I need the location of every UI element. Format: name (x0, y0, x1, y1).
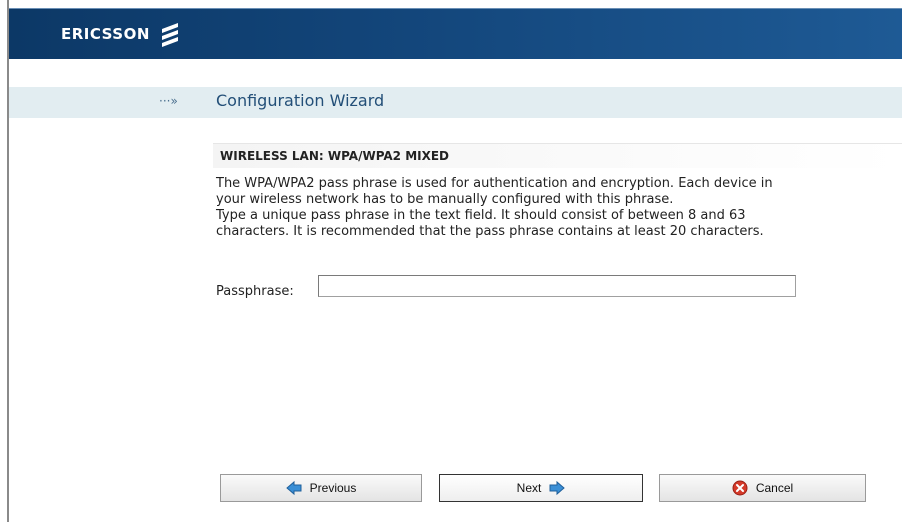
description-line: your wireless network has to be manually… (216, 192, 674, 207)
header-bar: ERICSSON (9, 8, 902, 59)
description-text: The WPA/WPA2 pass phrase is used for aut… (216, 176, 902, 240)
wizard-title-band: ···» Configuration Wizard (9, 87, 902, 118)
description-line: Type a unique pass phrase in the text fi… (216, 208, 746, 223)
previous-button-label: Previous (309, 481, 357, 495)
brand-name: ERICSSON (61, 25, 150, 43)
left-arrow-icon (285, 480, 302, 496)
passphrase-label: Passphrase: (216, 284, 294, 299)
cancel-icon (732, 480, 748, 496)
section-heading: WIRELESS LAN: WPA/WPA2 MIXED (213, 143, 902, 168)
window-left-border (7, 0, 9, 522)
passphrase-input[interactable] (318, 275, 796, 297)
page-title: Configuration Wizard (216, 91, 385, 110)
cancel-button[interactable]: Cancel (659, 474, 866, 502)
title-arrow-icon: ···» (159, 94, 178, 108)
description-line: The WPA/WPA2 pass phrase is used for aut… (216, 176, 773, 191)
right-arrow-icon (549, 480, 566, 496)
previous-button[interactable]: Previous (220, 474, 422, 502)
cancel-button-label: Cancel (755, 481, 794, 495)
next-button[interactable]: Next (439, 474, 643, 502)
next-button-label: Next (516, 481, 542, 495)
ericsson-logo-mark-icon (161, 23, 178, 47)
description-line: characters. It is recommended that the p… (216, 224, 764, 239)
wizard-window: ERICSSON ···» Configuration Wizard WIREL… (0, 0, 902, 522)
section-heading-text: WIRELESS LAN: WPA/WPA2 MIXED (220, 149, 450, 163)
ericsson-logo: ERICSSON (61, 21, 181, 47)
